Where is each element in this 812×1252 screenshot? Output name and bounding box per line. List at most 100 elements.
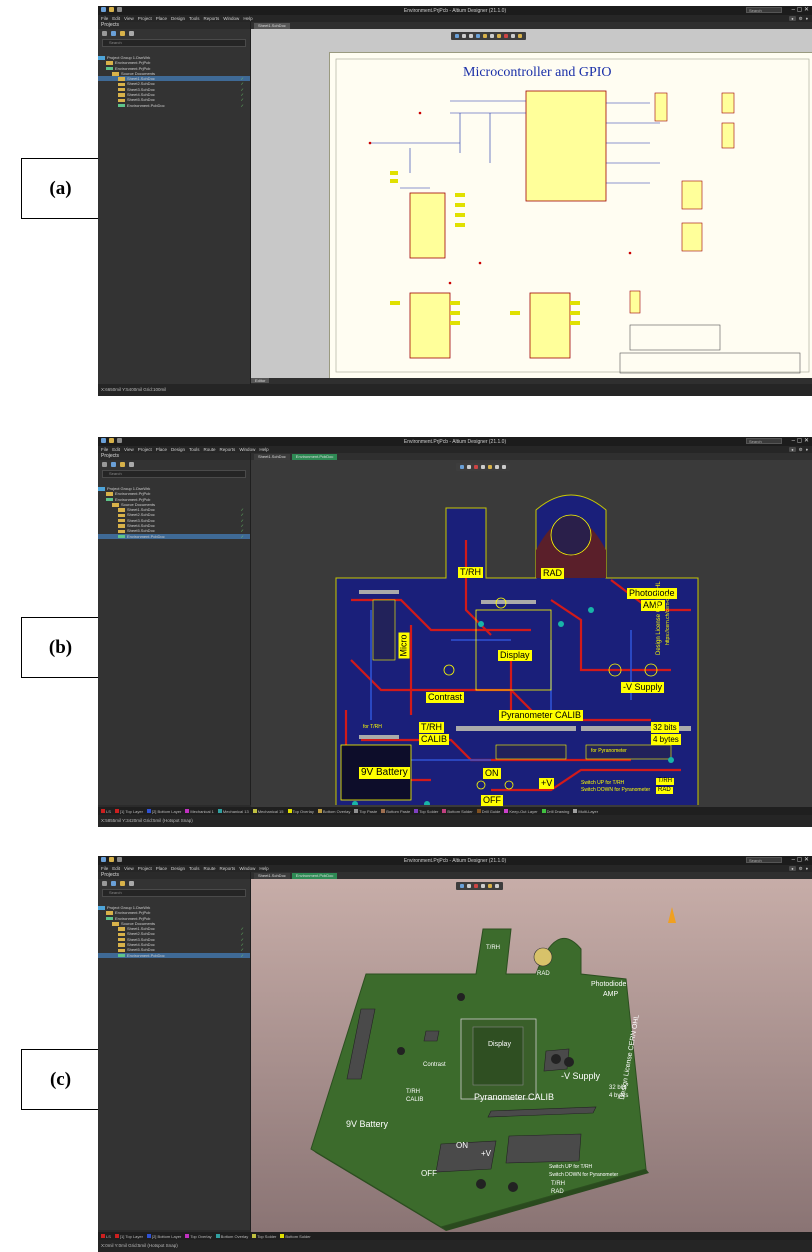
tab-pcb[interactable]: Environment.PcbDoc [291,453,338,460]
new-doc-icon[interactable] [111,880,116,886]
menu-view[interactable]: View [124,447,134,452]
menu-route[interactable]: Route [204,447,216,452]
window-controls[interactable]: – ▢ ✕ [792,6,809,13]
layer-tab[interactable]: Top Overlay [185,1234,212,1239]
layer-tab[interactable]: Bottom Overlay [215,1234,248,1239]
layer-tab[interactable]: [1] Top Layer [114,809,143,814]
menu-project[interactable]: Project [138,447,152,452]
gear-icon[interactable] [129,880,134,886]
account-button[interactable]: ● [789,16,796,21]
list-icon[interactable] [102,30,107,36]
bell-icon[interactable]: ♦ [806,447,808,452]
menu-help[interactable]: Help [259,447,268,452]
account-button[interactable]: ● [789,866,796,871]
menu-window[interactable]: Window [239,866,255,871]
text-icon[interactable] [518,34,522,38]
layer-tab[interactable]: LS [101,1234,111,1239]
project-tree-item[interactable]: Environment.PcbDoc ✓ [98,952,250,958]
layer-tab[interactable]: Top Paste [354,809,377,814]
layer-tab[interactable]: Top Overlay [287,809,314,814]
list-icon[interactable] [102,461,107,467]
layer-tab[interactable]: Bottom Solder [442,809,473,814]
search-input[interactable]: Search [746,438,782,444]
settings-icon[interactable]: ⚙ [799,447,803,453]
menu-design[interactable]: Design [171,866,185,871]
tab-sheet1[interactable]: Sheet1.SchDoc [254,22,290,29]
list-icon[interactable] [102,880,107,886]
menu-design[interactable]: Design [171,16,185,21]
menu-reports[interactable]: Reports [204,16,220,21]
menu-edit[interactable]: Edit [112,866,120,871]
bus-icon[interactable] [483,34,487,38]
port-icon[interactable] [504,34,508,38]
menu-project[interactable]: Project [138,16,152,21]
layer-tab[interactable]: Mechanical 1 [185,809,214,814]
part-icon[interactable] [511,34,515,38]
rect-icon[interactable] [469,34,473,38]
schematic-canvas[interactable]: Microcontroller and GPIO Editor [251,29,812,384]
menu-reports[interactable]: Reports [220,866,236,871]
layer-tab[interactable]: [2] Bottom Layer [146,1234,181,1239]
new-doc-icon[interactable] [111,461,116,467]
editor-tab[interactable]: Editor [251,378,270,383]
menu-reports[interactable]: Reports [220,447,236,452]
layer-tab[interactable]: Top Solder [414,809,438,814]
menu-tools[interactable]: Tools [189,447,200,452]
pcb-3d-canvas[interactable]: T/RH RAD Photodiode AMP Display Contrast… [251,879,812,1232]
search-input[interactable]: Search [746,857,782,863]
settings-icon[interactable]: ⚙ [799,16,803,22]
menu-file[interactable]: File [101,447,108,452]
menu-design[interactable]: Design [171,447,185,452]
layer-tab[interactable]: Drill Drawing [541,809,569,814]
wire-icon[interactable] [476,34,480,38]
menu-place[interactable]: Place [156,16,167,21]
folder-icon[interactable] [120,461,125,467]
layer-tab[interactable]: Bottom Overlay [317,809,350,814]
tab-sheet1[interactable]: Sheet1.SchDoc [254,872,290,879]
gear-icon[interactable] [129,30,134,36]
window-controls[interactable]: – ▢ ✕ [792,437,809,444]
pcb-canvas[interactable]: T/RH RAD Photodiode AMP Micro Display Co… [251,460,812,807]
layer-tab[interactable]: [2] Bottom Layer [146,809,181,814]
tab-sheet1[interactable]: Sheet1.SchDoc [254,453,290,460]
folder-icon[interactable] [120,880,125,886]
gear-icon[interactable] [129,461,134,467]
window-controls[interactable]: – ▢ ✕ [792,856,809,863]
menu-edit[interactable]: Edit [112,447,120,452]
menu-window[interactable]: Window [239,447,255,452]
menu-file[interactable]: File [101,16,108,21]
layer-tab[interactable]: Multi-Layer [573,809,598,814]
menu-edit[interactable]: Edit [112,16,120,21]
layer-tab[interactable]: Keep-Out Layer [504,809,538,814]
layer-tab[interactable]: Bottom Solder [280,1234,311,1239]
net-icon[interactable] [490,34,494,38]
menu-tools[interactable]: Tools [189,16,200,21]
layer-tab[interactable]: [1] Top Layer [114,1234,143,1239]
projects-search-input[interactable]: Search [102,889,246,897]
project-tree-item[interactable]: Environment.PcbDoc ✓ [98,103,250,108]
menu-file[interactable]: File [101,866,108,871]
projects-search-input[interactable]: Search [102,470,246,478]
layer-tab[interactable]: Drill Guide [476,809,500,814]
filter-icon[interactable] [455,34,459,38]
new-doc-icon[interactable] [111,30,116,36]
bell-icon[interactable]: ♦ [806,866,808,871]
power-icon[interactable] [497,34,501,38]
menu-help[interactable]: Help [259,866,268,871]
layer-tab[interactable]: LS [101,809,111,814]
layer-tab[interactable]: Top Solder [252,1234,276,1239]
menu-place[interactable]: Place [156,447,167,452]
projects-search-input[interactable]: Search [102,39,246,47]
menu-place[interactable]: Place [156,866,167,871]
folder-icon[interactable] [120,30,125,36]
menu-route[interactable]: Route [204,866,216,871]
menu-project[interactable]: Project [138,866,152,871]
menu-view[interactable]: View [124,866,134,871]
plus-icon[interactable] [462,34,466,38]
project-tree-item[interactable]: Environment.PcbDoc ✓ [98,533,250,539]
menu-help[interactable]: Help [243,16,252,21]
menu-view[interactable]: View [124,16,134,21]
menu-tools[interactable]: Tools [189,866,200,871]
bell-icon[interactable]: ♦ [806,16,808,21]
layer-tab[interactable]: Mechanical 13 [217,809,249,814]
